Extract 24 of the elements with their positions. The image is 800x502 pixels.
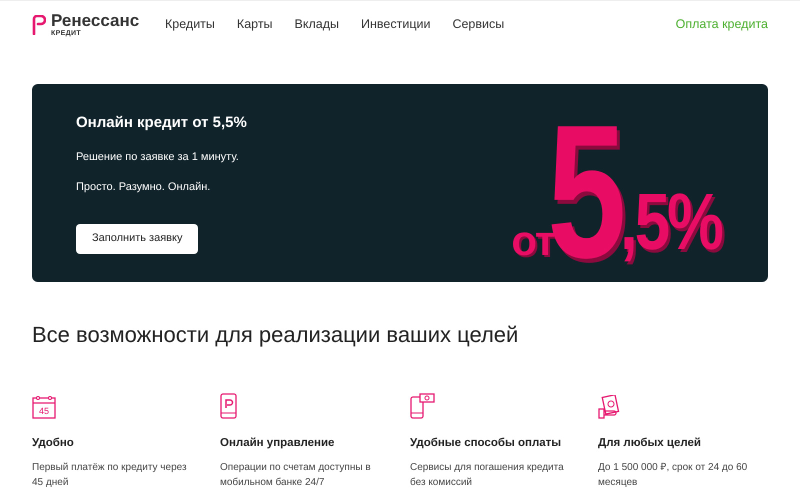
banner-title: Онлайн кредит от 5,5%: [76, 113, 248, 133]
apply-button[interactable]: Заполнить заявку: [76, 224, 198, 254]
nav-link[interactable]: Карты: [236, 15, 273, 34]
phone-icon: [220, 393, 237, 419]
nav-link[interactable]: Инвестиции: [361, 15, 430, 34]
feature-text: Сервисы для погашения кредита без комиссий: [410, 461, 565, 490]
nav-link[interactable]: Кредиты: [165, 15, 215, 34]
feature-text: Первый платёж по кредиту через 45 дней: [32, 461, 188, 490]
nav-link[interactable]: Вклады: [294, 15, 340, 34]
phone-cash-icon: [410, 393, 436, 419]
logo-icon: [32, 14, 46, 34]
feature-title: Для любых целей: [598, 436, 702, 451]
feature-title: Онлайн управление: [220, 436, 336, 451]
logo-name: Ренессанс: [51, 12, 140, 29]
feature-title: Удобно: [32, 436, 75, 451]
hand-cash-icon: [598, 395, 622, 419]
nav-link[interactable]: Сервисы: [452, 15, 504, 34]
banner-text: Решение по заявке за 1 минуту.: [76, 150, 240, 164]
calendar-icon: 45: [32, 395, 56, 419]
feature-title: Удобные способы оплаты: [410, 436, 562, 451]
banner-text: Просто. Разумно. Онлайн.: [76, 180, 212, 195]
feature-text: До 1 500 000 ₽, срок от 24 до 60 месяцев: [598, 461, 748, 490]
section-title: Все возможности для реализации ваших целей: [31, 321, 520, 349]
feature-text: Операции по счетам доступны в мобильном банке 24/7: [220, 461, 372, 490]
